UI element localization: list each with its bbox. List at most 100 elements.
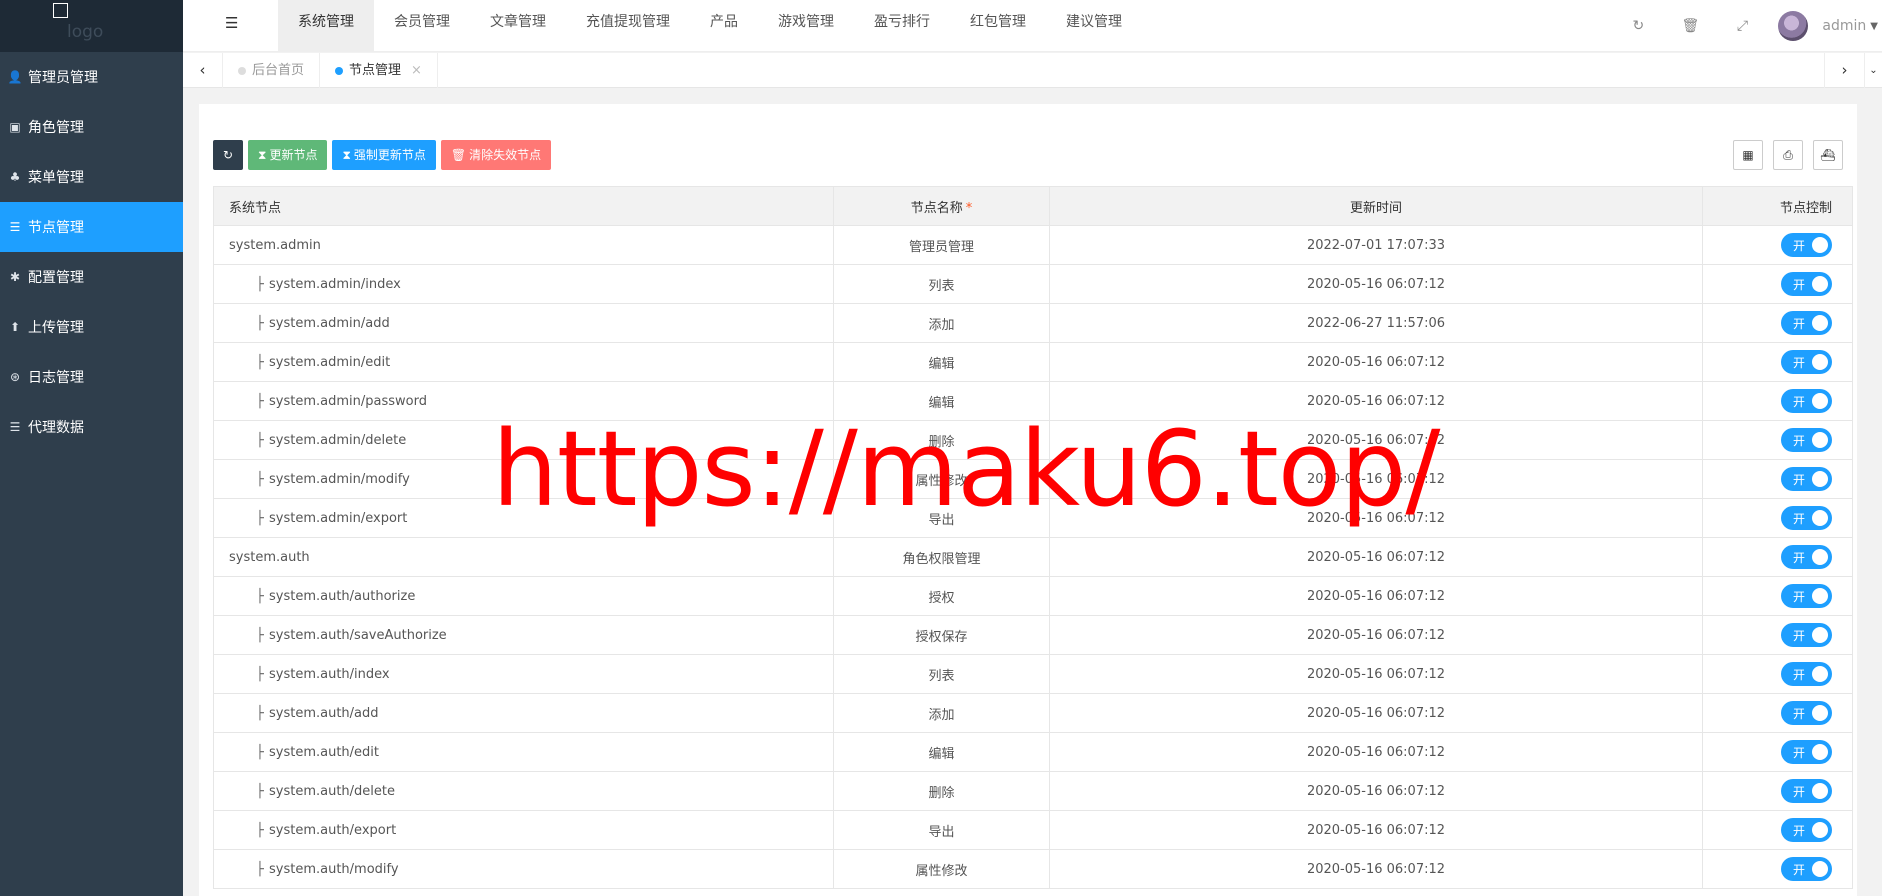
fullscreen-icon[interactable]: ⤢ <box>1716 18 1768 34</box>
node-name-cell[interactable]: 添加 <box>833 693 1050 733</box>
node-path: system.auth/delete <box>269 783 396 799</box>
col-header-node[interactable]: 系统节点 <box>213 186 834 226</box>
tab-bar: ‹ 后台首页 节点管理 × › ⌄ <box>183 53 1882 88</box>
update-nodes-button[interactable]: ⧗ 更新节点 <box>248 140 328 170</box>
node-enabled-switch[interactable]: 开 <box>1781 818 1832 842</box>
table-row: ├ system.admin/delete 删除 2020-05-16 06:07:1… <box>213 420 1853 460</box>
export-icon[interactable]: ⛴ <box>1813 140 1843 170</box>
node-enabled-switch[interactable]: 开 <box>1781 467 1832 491</box>
node-enabled-switch[interactable]: 开 <box>1781 779 1832 803</box>
node-name-cell[interactable]: 删除 <box>833 771 1050 811</box>
node-enabled-switch[interactable]: 开 <box>1781 389 1832 413</box>
switch-label: 开 <box>1793 589 1806 604</box>
node-path: system.admin/edit <box>269 354 391 370</box>
user-name[interactable]: admin <box>1822 18 1866 34</box>
clear-invalid-nodes-button[interactable]: 🗑 清除失效节点 <box>440 140 552 170</box>
node-enabled-switch[interactable]: 开 <box>1781 350 1832 374</box>
switch-label: 开 <box>1793 511 1806 526</box>
node-cell: ├ system.auth/modify <box>213 849 834 889</box>
col-header-name[interactable]: 节点名称 * <box>833 186 1050 226</box>
logo[interactable]: logo <box>0 0 183 52</box>
top-nav-item-3[interactable]: 充值提现管理 <box>566 0 690 52</box>
node-name-cell[interactable]: 授权 <box>833 576 1050 616</box>
top-nav-item-1[interactable]: 会员管理 <box>374 0 470 52</box>
top-nav-item-5[interactable]: 游戏管理 <box>758 0 854 52</box>
node-name-cell[interactable]: 列表 <box>833 264 1050 304</box>
node-enabled-switch[interactable]: 开 <box>1781 701 1832 725</box>
logo-image <box>53 3 68 18</box>
sidebar-item-4[interactable]: ✱ 配置管理 <box>0 252 183 302</box>
node-enabled-switch[interactable]: 开 <box>1781 623 1832 647</box>
node-enabled-switch[interactable]: 开 <box>1781 545 1832 569</box>
top-nav-item-8[interactable]: 建议管理 <box>1046 0 1142 52</box>
node-name-cell[interactable]: 编辑 <box>833 342 1050 382</box>
node-enabled-switch[interactable]: 开 <box>1781 857 1832 881</box>
node-cell: ├ system.auth/add <box>213 693 834 733</box>
node-control-cell: 开 <box>1702 810 1853 850</box>
columns-icon[interactable]: ▦ <box>1733 140 1763 170</box>
switch-label: 开 <box>1793 823 1806 838</box>
node-enabled-switch[interactable]: 开 <box>1781 272 1832 296</box>
refresh-icon: ↻ <box>222 148 234 162</box>
trash-icon: 🗑 <box>450 148 467 162</box>
node-enabled-switch[interactable]: 开 <box>1781 662 1832 686</box>
node-name-cell[interactable]: 导出 <box>833 498 1050 538</box>
sidebar-item-5[interactable]: ⬆ 上传管理 <box>0 302 183 352</box>
tree-branch-icon: ├ <box>256 432 264 448</box>
sidebar-item-3[interactable]: ☰ 节点管理 <box>0 202 183 252</box>
top-nav-item-2[interactable]: 文章管理 <box>470 0 566 52</box>
node-enabled-switch[interactable]: 开 <box>1781 428 1832 452</box>
top-nav-item-0[interactable]: 系统管理 <box>278 0 374 52</box>
clear-cache-icon[interactable]: 🗑 <box>1664 18 1716 34</box>
node-cell: ├ system.admin/index <box>213 264 834 304</box>
force-update-nodes-button[interactable]: ⧗ 强制更新节点 <box>332 140 436 170</box>
refresh-table-button[interactable]: ↻ <box>213 140 243 170</box>
node-name-cell[interactable]: 导出 <box>833 810 1050 850</box>
node-name-cell[interactable]: 编辑 <box>833 381 1050 421</box>
table-row: system.admin 管理员管理 2022-07-01 17:07:33 开 <box>213 225 1853 265</box>
tab-1[interactable]: 节点管理 × <box>320 53 438 88</box>
node-name-cell[interactable]: 管理员管理 <box>833 225 1050 265</box>
sidebar-item-6[interactable]: ⊛ 日志管理 <box>0 352 183 402</box>
node-enabled-switch[interactable]: 开 <box>1781 584 1832 608</box>
sidebar-item-label: 上传管理 <box>28 320 84 336</box>
node-name-cell[interactable]: 删除 <box>833 420 1050 460</box>
col-header-control[interactable]: 节点控制 <box>1702 186 1853 226</box>
node-enabled-switch[interactable]: 开 <box>1781 233 1832 257</box>
node-path: system.auth/add <box>269 705 379 721</box>
node-name-cell[interactable]: 属性修改 <box>833 849 1050 889</box>
button-label: 更新节点 <box>269 148 318 162</box>
node-cell: ├ system.admin/modify <box>213 459 834 499</box>
node-name-cell[interactable]: 授权保存 <box>833 615 1050 655</box>
node-name-cell[interactable]: 编辑 <box>833 732 1050 772</box>
tab-scroll-left-icon[interactable]: ‹ <box>183 53 223 88</box>
top-nav-item-6[interactable]: 盈亏排行 <box>854 0 950 52</box>
close-icon[interactable]: × <box>411 53 422 88</box>
top-nav-item-7[interactable]: 红包管理 <box>950 0 1046 52</box>
sidebar-toggle-icon[interactable]: ☰ <box>225 14 243 32</box>
tree-branch-icon: ├ <box>256 588 264 604</box>
tab-status-dot <box>238 66 246 75</box>
refresh-icon[interactable]: ↻ <box>1612 18 1664 34</box>
node-enabled-switch[interactable]: 开 <box>1781 506 1832 530</box>
print-icon[interactable]: ⎙ <box>1773 140 1803 170</box>
node-enabled-switch[interactable]: 开 <box>1781 740 1832 764</box>
tab-scroll-right-icon[interactable]: › <box>1824 53 1864 88</box>
tab-0[interactable]: 后台首页 <box>223 53 321 88</box>
chevron-down-icon[interactable]: ▼ <box>1870 21 1878 32</box>
top-nav-item-4[interactable]: 产品 <box>690 0 758 52</box>
update-time-cell: 2022-06-27 11:57:06 <box>1049 303 1703 343</box>
sidebar-item-2[interactable]: ♣ 菜单管理 <box>0 152 183 202</box>
node-enabled-switch[interactable]: 开 <box>1781 311 1832 335</box>
col-header-time[interactable]: 更新时间 <box>1049 186 1703 226</box>
node-name-cell[interactable]: 属性修改 <box>833 459 1050 499</box>
sidebar-item-0[interactable]: 👤 管理员管理 <box>0 52 183 102</box>
sidebar-item-1[interactable]: ▣ 角色管理 <box>0 102 183 152</box>
node-name-cell[interactable]: 添加 <box>833 303 1050 343</box>
avatar[interactable] <box>1778 11 1809 41</box>
node-name-cell[interactable]: 角色权限管理 <box>833 537 1050 577</box>
tab-more-icon[interactable]: ⌄ <box>1864 53 1882 88</box>
table-row: ├ system.auth/delete 删除 2020-05-16 06:07:12… <box>213 771 1853 811</box>
node-name-cell[interactable]: 列表 <box>833 654 1050 694</box>
sidebar-item-7[interactable]: ☰ 代理数据 <box>0 402 183 452</box>
